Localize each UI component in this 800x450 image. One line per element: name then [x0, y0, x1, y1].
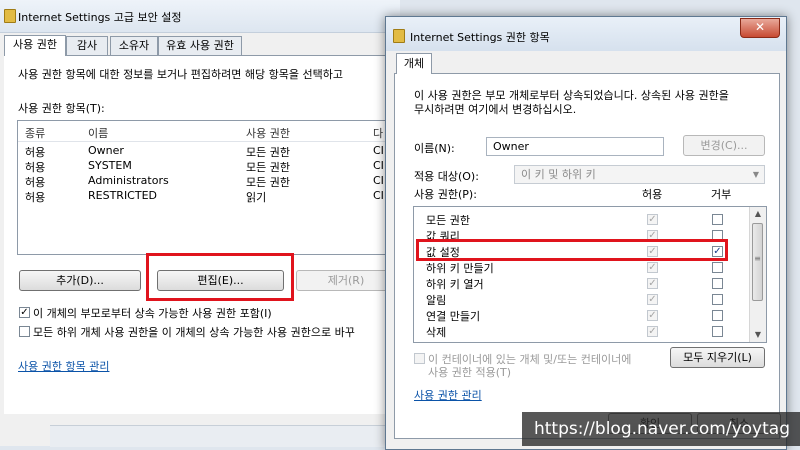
- row-permission: 모든 권한: [246, 146, 290, 159]
- list-item: 하위 키 열거 ✓: [414, 275, 750, 291]
- manage-permission-entries-link[interactable]: 사용 권한 항목 관리: [18, 358, 109, 374]
- row-name: SYSTEM: [88, 159, 132, 172]
- chevron-down-icon: ▼: [752, 170, 759, 179]
- column-header-permission[interactable]: 사용 권한: [246, 125, 290, 141]
- tab-auditing[interactable]: 감사: [66, 36, 108, 55]
- advanced-security-titlebar[interactable]: Internet Settings 고급 보안 설정: [0, 0, 400, 33]
- highlight-set-value-row: [416, 239, 728, 261]
- table-row[interactable]: 허용 Owner 모든 권한 CI: [18, 144, 401, 159]
- replace-child-permissions-label: 모든 하위 개체 사용 권한을 이 개체의 상속 가능한 사용 권한으로 바꾸: [33, 326, 355, 339]
- scroll-down-icon[interactable]: ▼: [750, 328, 766, 342]
- table-row[interactable]: 허용 SYSTEM 모든 권한 CI: [18, 159, 401, 174]
- lock-icon: [393, 29, 405, 43]
- manage-permissions-link[interactable]: 사용 권한 관리: [414, 387, 482, 403]
- row-inherited: CI: [373, 159, 384, 172]
- clear-all-button[interactable]: 모두 지우기(L): [670, 347, 765, 368]
- list-item: 하위 키 만들기 ✓: [414, 259, 750, 275]
- permission-label: 연결 만들기: [426, 310, 481, 323]
- column-header-type[interactable]: 종류: [25, 125, 45, 141]
- remove-button[interactable]: 제거(R): [296, 270, 396, 291]
- close-icon[interactable]: ✕: [740, 18, 780, 38]
- list-item: 연결 만들기 ✓: [414, 307, 750, 323]
- row-type: 허용: [25, 176, 46, 189]
- permission-entries-list[interactable]: 종류 이름 사용 권한 다 허용 Owner 모든 권한 CI 허용 SYSTE…: [17, 120, 402, 255]
- deny-checkbox[interactable]: [712, 310, 723, 321]
- deny-checkbox[interactable]: [712, 294, 723, 305]
- permission-label: 삭제: [426, 326, 447, 339]
- add-button[interactable]: 추가(D)...: [19, 270, 141, 291]
- row-type: 허용: [25, 146, 46, 159]
- permission-label: 모든 권한: [426, 214, 470, 227]
- permission-entry-dialog: Internet Settings 권한 항목 ✕ 개체 이 사용 권한은 부모…: [385, 16, 787, 450]
- permissions-list[interactable]: 모든 권한 ✓ 값 쿼리 ✓ 값 설정 ✓ ✓ 하위 키 만들기 ✓ 하위 키 …: [413, 206, 767, 343]
- tab-effective-permissions[interactable]: 유효 사용 권한: [158, 36, 242, 55]
- background-strip: [50, 425, 390, 447]
- dialog-title: Internet Settings 권한 항목: [410, 31, 550, 44]
- row-permission: 모든 권한: [246, 161, 290, 174]
- allow-checkbox[interactable]: ✓: [647, 262, 658, 273]
- permission-entries-label: 사용 권한 항목(T):: [18, 102, 105, 115]
- row-type: 허용: [25, 161, 46, 174]
- row-permission: 읽기: [246, 191, 267, 204]
- row-name: Owner: [88, 144, 124, 157]
- permissions-scrollbar[interactable]: ▲ ≡ ▼: [749, 207, 766, 342]
- allow-checkbox[interactable]: ✓: [647, 278, 658, 289]
- name-label: 이름(N):: [414, 142, 455, 155]
- allow-checkbox[interactable]: ✓: [647, 310, 658, 321]
- permissions-label: 사용 권한(P):: [414, 188, 477, 201]
- allow-checkbox[interactable]: ✓: [647, 326, 658, 337]
- apply-to-label: 적용 대상(O):: [414, 170, 479, 183]
- allow-header: 허용: [642, 188, 663, 201]
- column-header-name[interactable]: 이름: [88, 125, 108, 141]
- scroll-up-icon[interactable]: ▲: [750, 207, 766, 221]
- list-item: 삭제 ✓: [414, 323, 750, 339]
- row-inherited: CI: [373, 174, 384, 187]
- row-type: 허용: [25, 191, 46, 204]
- inherited-info-line2: 무시하려면 여기에서 변경하십시오.: [414, 103, 577, 116]
- permission-label: 알림: [426, 294, 447, 307]
- include-inheritable-label: 이 개체의 부모로부터 상속 가능한 사용 권한 포함(I): [33, 307, 272, 320]
- description-text: 사용 권한 항목에 대한 정보를 보거나 편집하려면 해당 항목을 선택하고: [18, 68, 343, 81]
- table-row[interactable]: 허용 RESTRICTED 읽기 CI: [18, 189, 401, 204]
- apply-to-value: 이 키 및 하위 키: [521, 168, 596, 181]
- allow-checkbox[interactable]: ✓: [647, 294, 658, 305]
- scroll-thumb[interactable]: ≡: [752, 223, 763, 301]
- name-field[interactable]: Owner: [486, 137, 664, 156]
- permission-entry-titlebar[interactable]: Internet Settings 권한 항목 ✕: [386, 17, 786, 51]
- deny-checkbox[interactable]: [712, 278, 723, 289]
- change-button[interactable]: 변경(C)...: [683, 135, 765, 156]
- permission-label: 하위 키 열거: [426, 278, 484, 291]
- lock-icon: [4, 9, 16, 23]
- tab-owner[interactable]: 소유자: [110, 36, 158, 55]
- column-header-inherited[interactable]: 다: [373, 125, 383, 141]
- list-item: 모든 권한 ✓: [414, 211, 750, 227]
- deny-header: 거부: [711, 188, 732, 201]
- row-name: Administrators: [88, 174, 169, 187]
- table-row[interactable]: 허용 Administrators 모든 권한 CI: [18, 174, 401, 189]
- deny-checkbox[interactable]: [712, 326, 723, 337]
- tab-permissions[interactable]: 사용 권한: [4, 35, 66, 56]
- apply-inherit-line2: 사용 권한 적용(T): [428, 366, 512, 379]
- replace-child-permissions-checkbox[interactable]: [19, 326, 30, 337]
- tab-object[interactable]: 개체: [396, 53, 432, 74]
- row-name: RESTRICTED: [88, 189, 158, 202]
- list-item: 알림 ✓: [414, 291, 750, 307]
- row-permission: 모든 권한: [246, 176, 290, 189]
- window-title: Internet Settings 고급 보안 설정: [18, 11, 182, 24]
- row-inherited: CI: [373, 189, 384, 202]
- deny-checkbox[interactable]: [712, 262, 723, 273]
- apply-to-select[interactable]: 이 키 및 하위 키 ▼: [514, 165, 765, 184]
- permission-label: 하위 키 만들기: [426, 262, 494, 275]
- row-inherited: CI: [373, 144, 384, 157]
- allow-checkbox[interactable]: ✓: [647, 214, 658, 225]
- deny-checkbox[interactable]: [712, 214, 723, 225]
- highlight-edit-button: [146, 253, 294, 301]
- include-inheritable-checkbox[interactable]: ✓: [19, 307, 30, 318]
- blog-watermark: https://blog.naver.com/yoytag: [521, 412, 800, 446]
- advanced-security-window: Internet Settings 고급 보안 설정 사용 권한 감사 소유자 …: [0, 0, 402, 447]
- apply-inherit-checkbox[interactable]: [414, 353, 425, 364]
